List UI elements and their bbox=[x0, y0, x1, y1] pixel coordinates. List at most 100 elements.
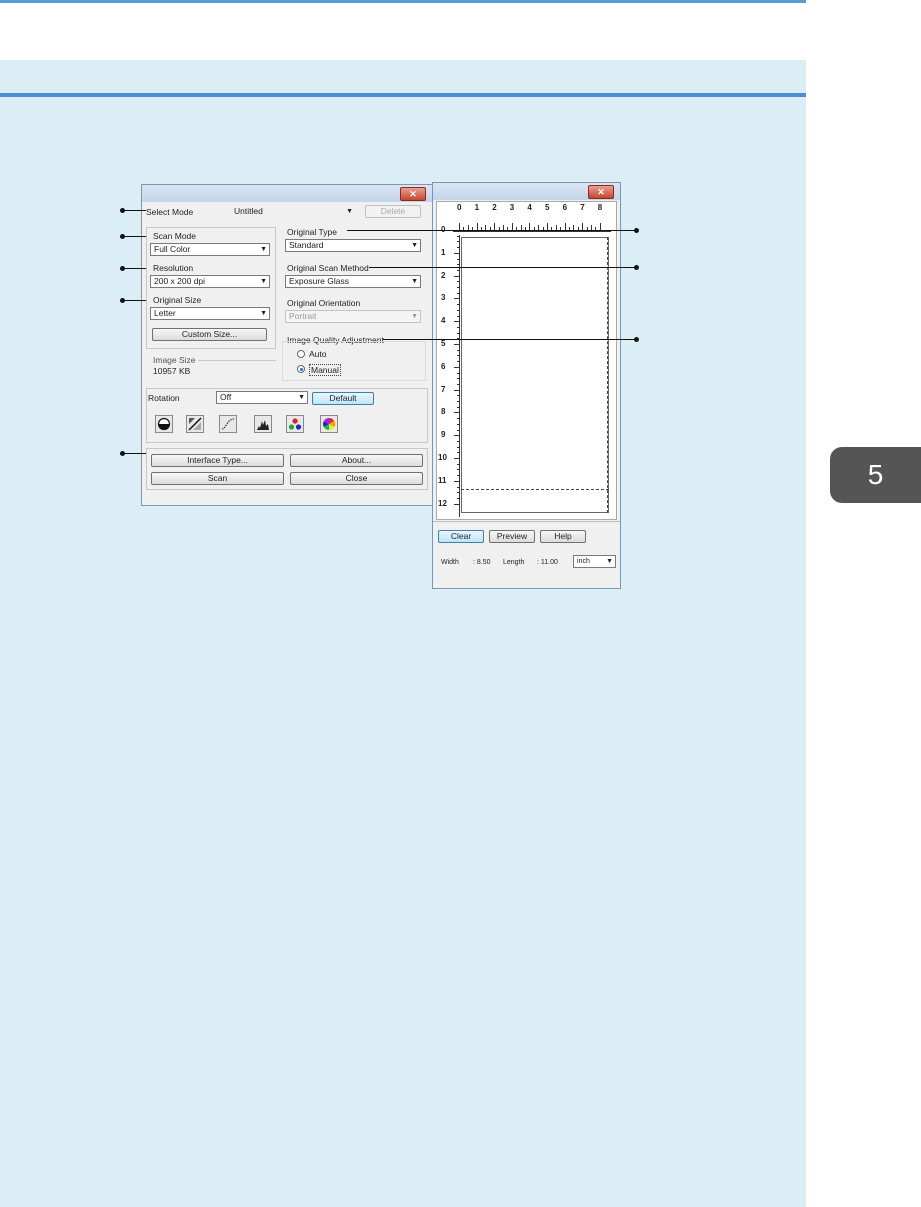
callout-dot bbox=[120, 266, 125, 271]
main-dialog-close-button[interactable]: ✕ bbox=[400, 187, 426, 201]
chevron-down-icon: ▼ bbox=[260, 310, 267, 317]
ruler-y-label: 9 bbox=[441, 430, 446, 440]
custom-size-button[interactable]: Custom Size... bbox=[152, 328, 267, 341]
original-type-combo[interactable]: Standard ▼ bbox=[285, 239, 421, 252]
unit-combo[interactable]: inch ▼ bbox=[573, 555, 616, 568]
delete-button[interactable]: Delete bbox=[365, 205, 421, 218]
default-button[interactable]: Default bbox=[312, 392, 374, 405]
callout-line-original-scan-method bbox=[369, 267, 637, 268]
image-size-divider bbox=[198, 360, 276, 361]
resolution-combo[interactable]: 200 x 200 dpi ▼ bbox=[150, 275, 270, 288]
callout-line-image-quality bbox=[383, 339, 637, 340]
select-mode-label: Select Mode bbox=[146, 207, 194, 217]
chevron-down-icon: ▼ bbox=[606, 558, 613, 565]
ruler-y-label: 4 bbox=[441, 316, 446, 326]
original-orientation-label: Original Orientation bbox=[287, 298, 361, 308]
auto-radio[interactable] bbox=[297, 350, 305, 358]
callout-dot bbox=[634, 228, 639, 233]
select-mode-value: Untitled bbox=[234, 206, 263, 216]
manual-radio[interactable] bbox=[297, 365, 305, 373]
rotation-combo[interactable]: Off ▼ bbox=[216, 391, 308, 404]
chevron-down-icon: ▼ bbox=[298, 394, 305, 401]
original-size-label: Original Size bbox=[153, 295, 202, 305]
auto-radio-label: Auto bbox=[309, 349, 327, 359]
callout-line-resolution bbox=[122, 268, 146, 269]
brightness-contrast-icon[interactable] bbox=[155, 415, 173, 433]
preview-dialog-close-button[interactable]: ✕ bbox=[588, 185, 614, 199]
image-size-label: Image Size bbox=[153, 355, 196, 365]
ruler-x-label: 0 bbox=[457, 203, 462, 212]
clear-button[interactable]: Clear bbox=[438, 530, 484, 543]
original-size-value: Letter bbox=[154, 308, 176, 318]
callout-dot bbox=[120, 234, 125, 239]
width-value: : 8.50 bbox=[473, 559, 491, 566]
ruler-y-label: 3 bbox=[441, 293, 446, 303]
image-size-value: 10957 KB bbox=[153, 366, 191, 376]
ruler-x-label: 2 bbox=[492, 203, 497, 212]
scan-mode-combo[interactable]: Full Color ▼ bbox=[150, 243, 270, 256]
tone-curve-icon[interactable] bbox=[219, 415, 237, 433]
help-button[interactable]: Help bbox=[540, 530, 586, 543]
unit-value: inch bbox=[577, 558, 590, 565]
page-top-rule bbox=[0, 0, 806, 3]
ruler-y-label: 7 bbox=[441, 384, 446, 394]
preview-page-area bbox=[461, 237, 609, 513]
callout-dot bbox=[120, 208, 125, 213]
ruler-x-label: 3 bbox=[509, 203, 515, 212]
preview-button[interactable]: Preview bbox=[489, 530, 535, 543]
callout-dot bbox=[120, 298, 125, 303]
figure-panel-rule bbox=[0, 93, 806, 97]
image-quality-group bbox=[282, 341, 426, 381]
callout-dot bbox=[634, 337, 639, 342]
histogram-icon[interactable] bbox=[254, 415, 272, 433]
chevron-down-icon: ▼ bbox=[260, 278, 267, 285]
threshold-icon[interactable] bbox=[186, 415, 204, 433]
interface-type-button[interactable]: Interface Type... bbox=[151, 454, 284, 467]
ruler-x-label: 6 bbox=[562, 203, 568, 212]
ruler-x-label: 8 bbox=[597, 203, 603, 212]
scan-button[interactable]: Scan bbox=[151, 472, 284, 485]
color-wheel-icon[interactable] bbox=[320, 415, 338, 433]
resolution-label: Resolution bbox=[153, 263, 194, 273]
select-mode-combo[interactable]: Untitled ▼ bbox=[230, 205, 356, 218]
ruler-x-label: 7 bbox=[580, 203, 585, 212]
original-scan-method-combo[interactable]: Exposure Glass ▼ bbox=[285, 275, 421, 288]
ruler-x-label: 4 bbox=[527, 203, 532, 212]
scan-mode-label: Scan Mode bbox=[153, 231, 196, 241]
scan-area-right-edge[interactable] bbox=[607, 237, 608, 513]
scan-area-bottom-edge[interactable] bbox=[461, 489, 609, 490]
ruler-y-baseline bbox=[459, 235, 460, 517]
rotation-value: Off bbox=[220, 392, 232, 402]
original-type-label: Original Type bbox=[287, 227, 337, 237]
main-dialog-titlebar: ✕ bbox=[142, 185, 432, 202]
ruler-x-baseline bbox=[453, 231, 611, 232]
callout-line-original-size bbox=[122, 300, 146, 301]
original-orientation-value: Portrait bbox=[289, 311, 317, 321]
resolution-value: 200 x 200 dpi bbox=[154, 276, 206, 286]
ruler-y-label: 11 bbox=[438, 475, 447, 485]
length-value: : 11.00 bbox=[537, 559, 558, 566]
chevron-down-icon: ▼ bbox=[411, 313, 418, 320]
original-orientation-combo[interactable]: Portrait ▼ bbox=[285, 310, 421, 323]
ruler-y-label: 8 bbox=[441, 407, 446, 417]
manual-radio-label: Manual bbox=[309, 364, 341, 376]
close-button[interactable]: Close bbox=[290, 472, 423, 485]
callout-line-original-type bbox=[347, 230, 637, 231]
about-button[interactable]: About... bbox=[290, 454, 423, 467]
original-scan-method-value: Exposure Glass bbox=[289, 276, 349, 286]
original-scan-method-label: Original Scan Method bbox=[287, 263, 369, 273]
color-balance-icon[interactable] bbox=[286, 415, 304, 433]
ruler-y-label: 12 bbox=[438, 498, 447, 508]
length-label: Length bbox=[503, 559, 525, 566]
chevron-down-icon: ▼ bbox=[411, 242, 418, 249]
callout-dot bbox=[120, 451, 125, 456]
ruler-y-label: 1 bbox=[441, 247, 446, 257]
rotation-label: Rotation bbox=[148, 393, 180, 403]
ruler-y-label: 6 bbox=[441, 361, 446, 371]
callout-line-scan-mode bbox=[122, 236, 146, 237]
preview-dialog-titlebar: ✕ bbox=[433, 183, 620, 200]
width-label: Width bbox=[441, 559, 459, 566]
original-size-combo[interactable]: Letter ▼ bbox=[150, 307, 270, 320]
ruler-y-label: 10 bbox=[438, 453, 447, 462]
callout-dot bbox=[634, 265, 639, 270]
